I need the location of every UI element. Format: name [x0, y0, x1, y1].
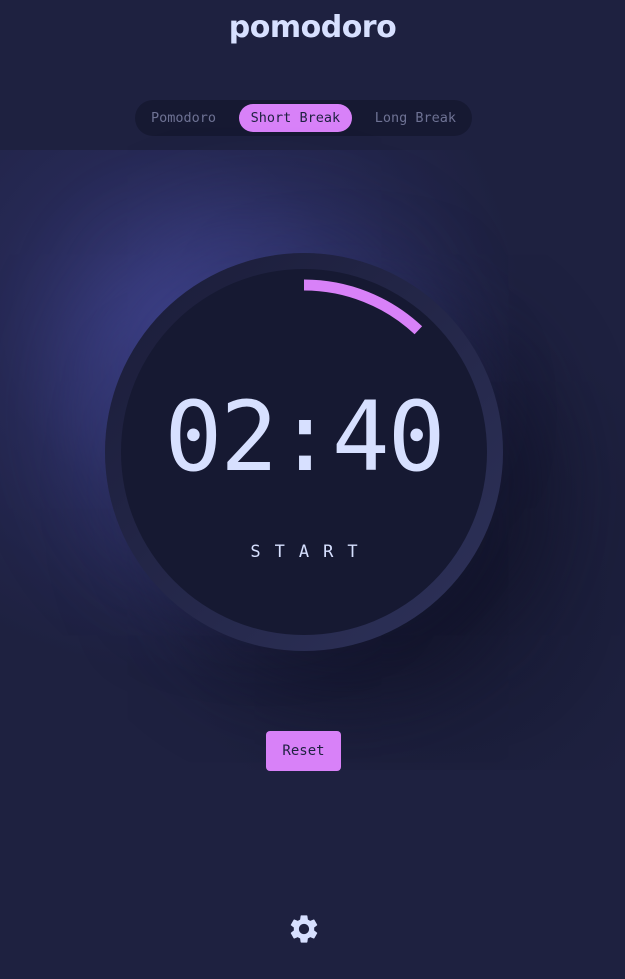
tab-long-break[interactable]: Long Break [363, 104, 468, 132]
timer-face[interactable]: 02:40 START [121, 269, 487, 635]
mode-tabs: Pomodoro Short Break Long Break [135, 100, 472, 136]
time-remaining: 02:40 [164, 381, 446, 493]
start-button[interactable]: START [121, 542, 487, 562]
timer-dial: 02:40 START [105, 253, 503, 651]
app-title: pomodoro [228, 10, 397, 45]
gear-icon [290, 915, 318, 943]
settings-button[interactable] [287, 912, 321, 946]
tab-short-break[interactable]: Short Break [238, 104, 353, 132]
tab-pomodoro[interactable]: Pomodoro [139, 104, 228, 132]
reset-button[interactable]: Reset [266, 731, 341, 771]
